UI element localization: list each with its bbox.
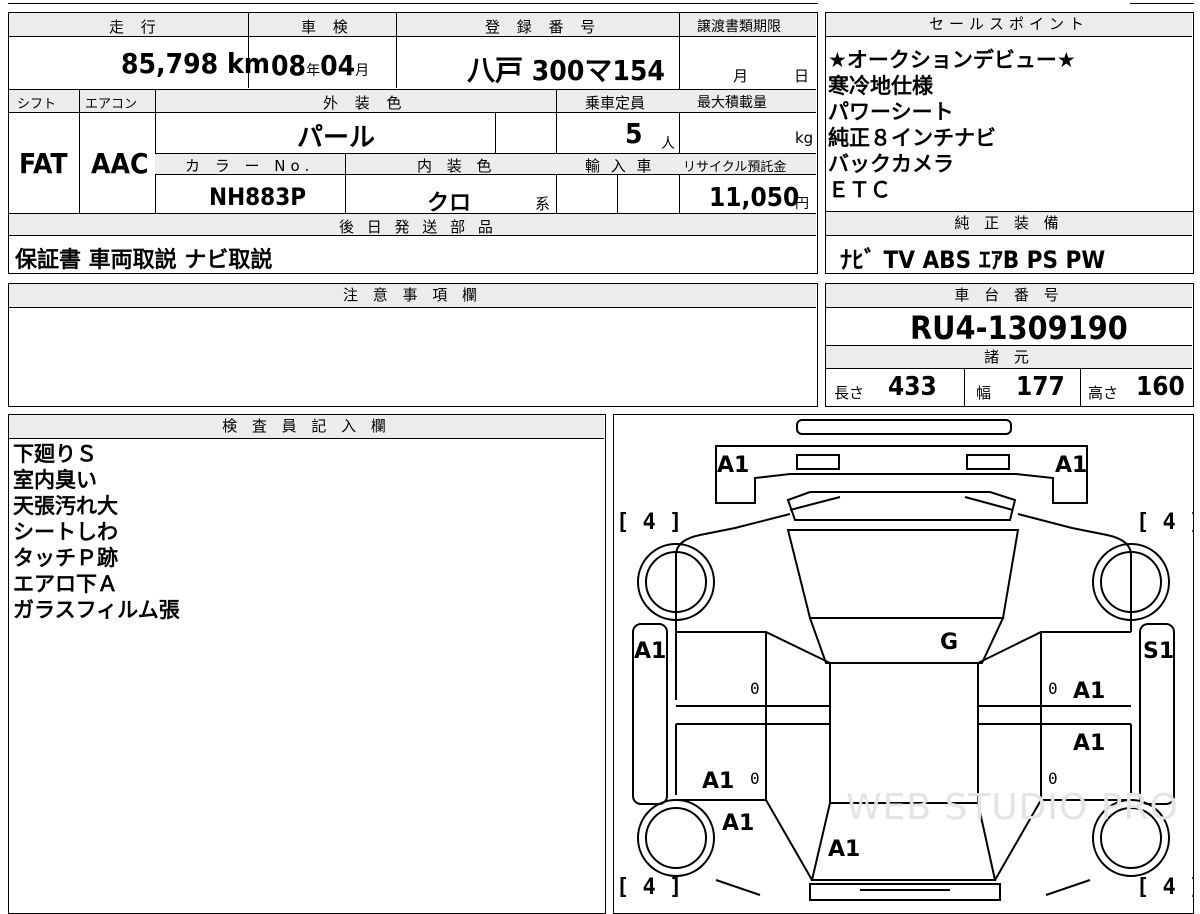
aircon-value: AAC xyxy=(91,147,149,180)
inspector-item: 天張汚れ大 xyxy=(13,494,118,518)
inspector-item: 下廻りＳ xyxy=(13,442,97,466)
car-diagram-panel: A1 A1 [ 4 ] [ 4 ] [ 4 ] [ 4 ] G A1 S1 A1… xyxy=(613,414,1194,914)
mark-tire-fl: [ 4 ] xyxy=(616,510,683,535)
mark-zero-lr: 0 xyxy=(750,769,760,788)
sales-points-panel: セールスポイント ★オークションデビュー★ 寒冷地仕様 パワーシート 純正８イン… xyxy=(825,12,1194,212)
notes-panel: 注 意 事 項 欄 xyxy=(8,283,818,407)
interior-color-suffix: 系 xyxy=(535,195,551,213)
capacity-value: 5 xyxy=(625,117,643,150)
sales-point-item: バックカメラ xyxy=(828,152,954,176)
capacity-header: 乗車定員 xyxy=(585,94,646,112)
color-no-value: NH883P xyxy=(209,183,307,211)
later-parts-value: 保証書 車両取説 ナビ取説 xyxy=(15,248,273,273)
mark-roof: G xyxy=(940,630,959,655)
capacity-unit: 人 xyxy=(661,136,675,152)
top-edge-line-right xyxy=(1130,0,1194,4)
mark-tire-rl: [ 4 ] xyxy=(616,875,683,900)
spec-length-label: 長さ xyxy=(834,384,865,402)
sales-points-list: ★オークションデビュー★ 寒冷地仕様 パワーシート 純正８インチナビ バックカメ… xyxy=(828,47,1076,203)
inspector-header: 検 査 員 記 入 欄 xyxy=(9,415,604,439)
inspector-item: 室内臭い xyxy=(13,468,97,492)
standard-equipment-header: 純 正 装 備 xyxy=(826,212,1192,236)
spec-width-label: 幅 xyxy=(976,384,992,402)
later-parts-header: 後 日 発 送 部 品 xyxy=(339,218,497,236)
inspector-item: タッチＰ跡 xyxy=(13,546,118,570)
mileage-value: 85,798 km xyxy=(121,47,270,80)
top-edge-line xyxy=(8,0,818,4)
inspector-item: ガラスフィルム張 xyxy=(13,598,180,622)
mark-left-fender: A1 xyxy=(634,639,667,664)
spec-length-value: 433 xyxy=(888,372,937,402)
mark-right-rear-door: A1 xyxy=(1073,731,1106,756)
mark-right-fender: S1 xyxy=(1143,639,1175,664)
recycle-value: 11,050 xyxy=(709,183,800,213)
sales-point-item: 純正８インチナビ xyxy=(828,126,996,150)
chassis-header: 車 台 番 号 xyxy=(826,284,1192,308)
shift-header: シフト xyxy=(17,97,57,112)
spec-height-value: 160 xyxy=(1136,372,1185,402)
mark-zero-rf: 0 xyxy=(1048,679,1058,698)
max-load-unit: kg xyxy=(795,129,814,147)
mark-zero-rr: 0 xyxy=(1048,769,1058,788)
import-header: 輸 入 車 xyxy=(585,157,655,175)
spec-height-label: 高さ xyxy=(1088,384,1119,402)
registration-header: 登 録 番 号 xyxy=(485,18,602,36)
sales-point-item: ＥＴＣ xyxy=(828,178,891,202)
sales-point-item: 寒冷地仕様 xyxy=(828,74,933,98)
mark-zero-lf: 0 xyxy=(750,679,760,698)
mark-right-front-door: A1 xyxy=(1073,679,1106,704)
notes-header: 注 意 事 項 欄 xyxy=(9,284,816,308)
interior-color-header: 内 装 色 xyxy=(417,157,497,175)
standard-equipment-panel: 純 正 装 備 ﾅﾋﾞ TV ABS ｴｱB PS PW xyxy=(825,211,1194,274)
transfer-deadline-header: 譲渡書類期限 xyxy=(697,19,781,35)
inspector-list: 下廻りＳ 室内臭い 天張汚れ大 シートしわ タッチＰ跡 エアロ下Ａ ガラスフィル… xyxy=(13,441,180,623)
sales-point-item: パワーシート xyxy=(828,100,954,124)
registration-value: 八戸 300マ154 xyxy=(467,54,665,87)
max-load-header: 最大積載量 xyxy=(697,95,767,111)
inspector-panel: 検 査 員 記 入 欄 下廻りＳ 室内臭い 天張汚れ大 シートしわ タッチＰ跡 … xyxy=(8,414,606,914)
sales-point-item: ★オークションデビュー★ xyxy=(828,48,1076,72)
shift-value: FAT xyxy=(19,147,68,180)
exterior-color-value: パール xyxy=(297,123,376,153)
specs-header: 諸 元 xyxy=(826,345,1192,369)
mark-front-left: A1 xyxy=(717,453,750,478)
spec-width-value: 177 xyxy=(1016,372,1065,402)
inspector-item: エアロ下Ａ xyxy=(13,572,118,596)
mark-tire-fr: [ 4 ] xyxy=(1136,510,1193,535)
inspector-item: シートしわ xyxy=(13,520,118,544)
recycle-header: リサイクル預託金 xyxy=(683,160,787,175)
mark-tire-rr: [ 4 ] xyxy=(1136,875,1193,900)
exterior-color-header: 外 装 色 xyxy=(323,94,408,112)
recycle-unit: 円 xyxy=(795,196,809,212)
sales-points-header: セールスポイント xyxy=(826,13,1192,37)
vehicle-info-table: 走 行 車 検 登 録 番 号 譲渡書類期限 85,798 km 08年04月 … xyxy=(8,12,818,274)
deadline-month-unit: 月 xyxy=(733,67,749,85)
mark-front-right: A1 xyxy=(1055,453,1088,478)
mark-rear: A1 xyxy=(828,837,861,862)
mileage-header: 走 行 xyxy=(109,18,162,36)
aircon-header: エアコン xyxy=(85,97,138,112)
color-no-header: カ ラ ー No. xyxy=(185,157,315,175)
watermark: WEB STUDIO PRO xyxy=(846,787,1179,828)
mark-left-rear-door: A1 xyxy=(702,769,735,794)
inspection-header: 車 検 xyxy=(301,18,354,36)
car-outline-diagram xyxy=(631,418,1175,901)
chassis-panel: 車 台 番 号 RU4-1309190 諸 元 長さ 433 幅 177 高さ … xyxy=(825,283,1194,407)
mark-left-rear-quarter: A1 xyxy=(722,811,755,836)
deadline-day-unit: 日 xyxy=(794,67,810,85)
chassis-value: RU4-1309190 xyxy=(910,309,1128,347)
standard-equipment-value: ﾅﾋﾞ TV ABS ｴｱB PS PW xyxy=(840,246,1106,274)
inspection-value: 08年04月 xyxy=(271,49,370,82)
